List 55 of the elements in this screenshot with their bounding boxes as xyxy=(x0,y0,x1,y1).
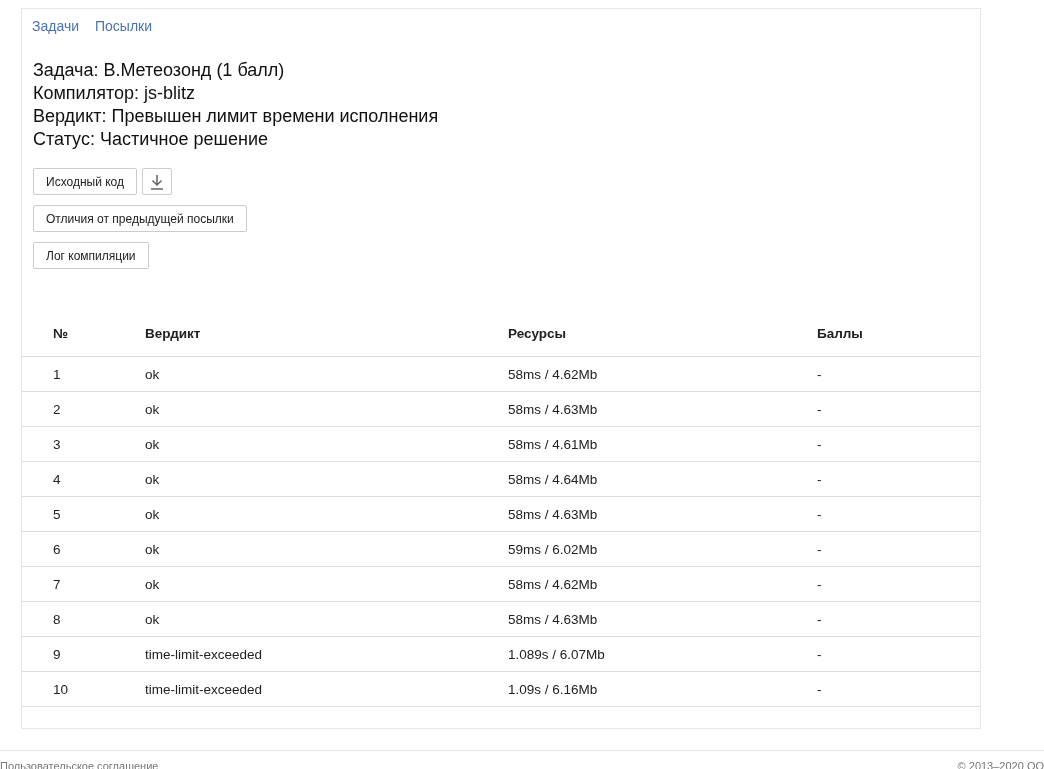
info-line: Статус: Частичное решение xyxy=(33,128,270,151)
table-cell: ok xyxy=(145,366,160,382)
table-cell: - xyxy=(817,506,822,522)
table-cell: 58ms / 4.63Mb xyxy=(508,506,598,522)
column-header: Вердикт xyxy=(145,326,201,341)
table-cell: ok xyxy=(145,506,160,522)
table-cell: ok xyxy=(145,576,160,592)
table-cell: 5 xyxy=(53,506,61,522)
table-cell: 9 xyxy=(53,646,61,662)
table-cell: 58ms / 4.64Mb xyxy=(508,471,598,487)
table-cell: ok xyxy=(145,471,160,487)
table-cell: - xyxy=(817,471,822,487)
table-cell: - xyxy=(817,576,822,592)
table-cell: - xyxy=(817,366,822,382)
table-cell: 2 xyxy=(53,401,61,417)
column-header: Баллы xyxy=(817,326,863,341)
download-icon xyxy=(150,173,164,190)
nav-link[interactable]: Задачи xyxy=(32,18,79,34)
table-cell: - xyxy=(817,436,822,452)
action-button[interactable]: Отличия от предыдущей посылки xyxy=(33,205,247,232)
table-cell: 58ms / 4.63Mb xyxy=(508,401,598,417)
table-cell: 58ms / 4.63Mb xyxy=(508,611,598,627)
table-cell: - xyxy=(817,646,822,662)
action-button[interactable]: Исходный код xyxy=(33,168,137,195)
table-cell: 59ms / 6.02Mb xyxy=(508,541,598,557)
column-header: № xyxy=(53,326,69,341)
table-cell: - xyxy=(817,541,822,557)
table-cell: 3 xyxy=(53,436,61,452)
table-cell: 10 xyxy=(53,681,69,697)
table-cell: ok xyxy=(145,611,160,627)
action-button[interactable]: Лог компиляции xyxy=(33,242,149,269)
column-header: Ресурсы xyxy=(508,326,567,341)
download-button[interactable] xyxy=(142,168,172,195)
table-cell: ok xyxy=(145,541,160,557)
table-cell: 58ms / 4.62Mb xyxy=(508,366,598,382)
info-line: Задача: В.Метеозонд (1 балл) xyxy=(33,59,286,82)
table-cell: 1.089s / 6.07Mb xyxy=(508,646,605,662)
table-cell: 6 xyxy=(53,541,61,557)
table-cell: - xyxy=(817,611,822,627)
table-cell: 58ms / 4.61Mb xyxy=(508,436,598,452)
table-cell: 4 xyxy=(53,471,61,487)
table-cell: time-limit-exceeded xyxy=(145,646,263,662)
table-cell: - xyxy=(817,681,822,697)
info-line: Компилятор: js-blitz xyxy=(33,82,196,105)
table-cell: time-limit-exceeded xyxy=(145,681,263,697)
table-cell: 7 xyxy=(53,576,61,592)
table-cell: 8 xyxy=(53,611,61,627)
table-cell: - xyxy=(817,401,822,417)
table-cell: ok xyxy=(145,401,160,417)
table-cell: 1 xyxy=(53,366,61,382)
table-cell: 1.09s / 6.16Mb xyxy=(508,681,598,697)
nav-link[interactable]: Посылки xyxy=(95,18,153,34)
table-cell: ok xyxy=(145,436,160,452)
table-cell: 58ms / 4.62Mb xyxy=(508,576,598,592)
info-line: Вердикт: Превышен лимит времени исполнения xyxy=(33,105,440,128)
